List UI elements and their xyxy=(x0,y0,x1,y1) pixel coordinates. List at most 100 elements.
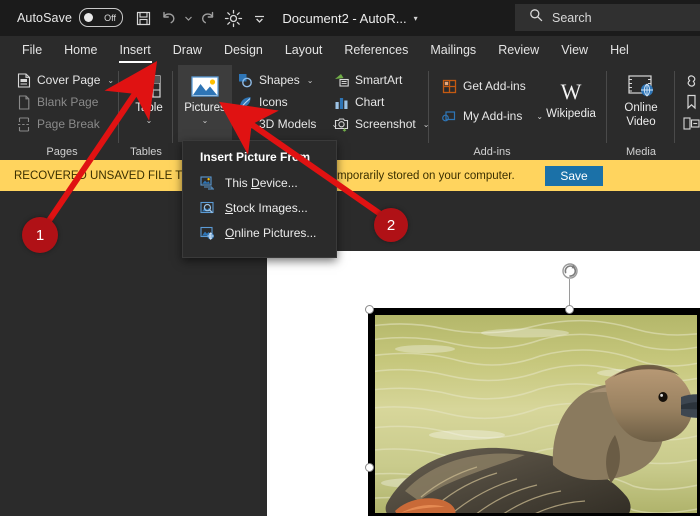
search-box[interactable]: Search xyxy=(515,4,700,31)
tab-review[interactable]: Review xyxy=(487,36,550,65)
recovered-save-button[interactable]: Save xyxy=(545,166,603,186)
menu-item-this-device[interactable]: This Device... xyxy=(183,170,336,195)
get-addins-icon xyxy=(442,79,457,94)
3d-models-icon xyxy=(238,117,253,132)
tab-references[interactable]: References xyxy=(333,36,419,65)
ribbon-group-tables: Table ⌄ Tables xyxy=(122,65,170,160)
autosave-label: AutoSave xyxy=(17,10,73,25)
duck-photo-image xyxy=(375,315,697,513)
tab-view[interactable]: View xyxy=(550,36,599,65)
search-icon xyxy=(529,8,543,27)
wikipedia-label: Wikipedia xyxy=(546,108,596,120)
title-bar: AutoSave Off Document2 - AutoR... ▾ Sear… xyxy=(0,0,700,36)
autosave-toggle-knob xyxy=(84,13,94,22)
save-icon[interactable] xyxy=(130,7,156,29)
recovered-file-bar: RECOVERED UNSAVED FILE This is a recover… xyxy=(0,160,700,191)
group-label-addins: Add-ins xyxy=(473,146,511,158)
bookmark-icon[interactable] xyxy=(682,91,700,113)
online-video-label-line1: Online xyxy=(624,102,658,114)
divider xyxy=(674,71,675,143)
ribbon: Cover Page ⌄ Blank Page Page Break Pages xyxy=(0,65,700,160)
divider xyxy=(606,71,607,143)
selected-picture[interactable] xyxy=(368,308,700,516)
picture-rotate-handle[interactable] xyxy=(561,262,579,308)
rotate-handle-stem xyxy=(569,279,570,308)
insert-picture-menu: Insert Picture From This Device... Stock… xyxy=(182,140,337,258)
table-label: Table xyxy=(135,102,163,114)
tab-help[interactable]: Hel xyxy=(599,36,640,65)
chart-label: Chart xyxy=(355,95,385,109)
my-addins-icon xyxy=(442,109,457,124)
table-caret-icon[interactable]: ⌄ xyxy=(146,116,153,125)
tab-home[interactable]: Home xyxy=(53,36,108,65)
pictures-caret-icon[interactable]: ⌄ xyxy=(202,116,209,125)
screenshot-icon xyxy=(334,117,349,132)
screenshot-button[interactable]: Screenshot ⌄ xyxy=(330,113,433,135)
table-button[interactable]: Table ⌄ xyxy=(122,65,176,125)
ribbon-group-links xyxy=(680,65,700,160)
page-break-label: Page Break xyxy=(37,117,100,131)
online-pictures-icon xyxy=(200,225,215,240)
search-input[interactable]: Search xyxy=(552,11,592,25)
ribbon-group-media: Online Video Media xyxy=(610,65,672,160)
autosave-toggle-state: Off xyxy=(104,12,117,23)
icons-label: Icons xyxy=(259,95,288,109)
icons-button[interactable]: Icons xyxy=(234,91,342,113)
group-label-pages: Pages xyxy=(46,146,78,158)
menu-item-stock-images[interactable]: Stock Images... xyxy=(183,195,336,220)
menu-item-online-pictures[interactable]: Online Pictures... xyxy=(183,220,336,245)
autosave-toggle[interactable]: Off xyxy=(79,8,124,27)
tab-mailings[interactable]: Mailings xyxy=(419,36,487,65)
online-video-button[interactable]: Online Video xyxy=(612,65,670,128)
resize-handle-middle-left xyxy=(365,463,374,472)
3d-models-label: 3D Models xyxy=(259,117,317,131)
my-addins-caret-icon[interactable]: ⌄ xyxy=(536,112,543,121)
duck-photo[interactable] xyxy=(375,315,697,513)
tab-insert[interactable]: Insert xyxy=(109,36,162,65)
customize-quick-access-caret-icon[interactable] xyxy=(246,7,272,29)
smartart-label: SmartArt xyxy=(355,73,403,87)
stock-images-icon xyxy=(200,200,215,215)
document-title-caret-icon[interactable]: ▾ xyxy=(414,14,418,23)
smartart-button[interactable]: SmartArt xyxy=(330,69,433,91)
group-label-media: Media xyxy=(626,146,656,158)
cross-reference-icon[interactable] xyxy=(682,113,700,133)
this-device-icon xyxy=(200,175,215,190)
chart-button[interactable]: Chart xyxy=(330,91,433,113)
undo-icon[interactable] xyxy=(156,7,182,29)
autosave-control[interactable]: AutoSave Off xyxy=(17,8,124,27)
tab-file[interactable]: File xyxy=(11,36,53,65)
page-break-button[interactable]: Page Break xyxy=(12,113,118,135)
pictures-button[interactable]: Pictures ⌄ xyxy=(178,65,232,142)
group-label-tables: Tables xyxy=(130,146,162,158)
shapes-button[interactable]: Shapes ⌄ xyxy=(234,69,342,91)
wikipedia-button[interactable]: W Wikipedia xyxy=(544,71,598,120)
cover-page-button[interactable]: Cover Page ⌄ xyxy=(12,69,118,91)
3d-models-button[interactable]: 3D Models ⌄ xyxy=(234,113,342,135)
table-icon xyxy=(136,70,163,100)
ribbon-group-addins: Get Add-ins My Add-ins ⌄ W Wikipedia Add… xyxy=(432,65,600,160)
link-icon[interactable] xyxy=(682,71,700,91)
blank-page-button[interactable]: Blank Page xyxy=(12,91,118,113)
cover-page-icon xyxy=(16,72,31,88)
get-addins-button[interactable]: Get Add-ins xyxy=(438,75,547,97)
ribbon-tabs: File Home Insert Draw Design Layout Refe… xyxy=(0,36,700,65)
tab-draw[interactable]: Draw xyxy=(162,36,213,65)
shapes-caret-icon[interactable]: ⌄ xyxy=(307,76,314,85)
tab-layout[interactable]: Layout xyxy=(274,36,334,65)
smartart-icon xyxy=(334,73,349,88)
online-video-label-line2: Video xyxy=(626,116,656,128)
quick-access-toolbar xyxy=(130,7,272,29)
touch-mode-icon[interactable] xyxy=(220,7,246,29)
tab-design[interactable]: Design xyxy=(213,36,274,65)
menu-item-stock-images-label: Stock Images... xyxy=(225,200,308,215)
document-title: Document2 - AutoR... xyxy=(282,10,407,26)
undo-dropdown-caret-icon[interactable] xyxy=(182,7,194,29)
online-video-icon xyxy=(626,70,656,100)
annotation-badge-2: 2 xyxy=(374,208,408,242)
resize-handle-top-left xyxy=(365,305,374,314)
my-addins-button[interactable]: My Add-ins ⌄ xyxy=(438,105,547,127)
cover-page-caret-icon[interactable]: ⌄ xyxy=(107,76,114,85)
redo-icon[interactable] xyxy=(194,7,220,29)
ribbon-group-pages: Cover Page ⌄ Blank Page Page Break Pages xyxy=(8,65,116,160)
